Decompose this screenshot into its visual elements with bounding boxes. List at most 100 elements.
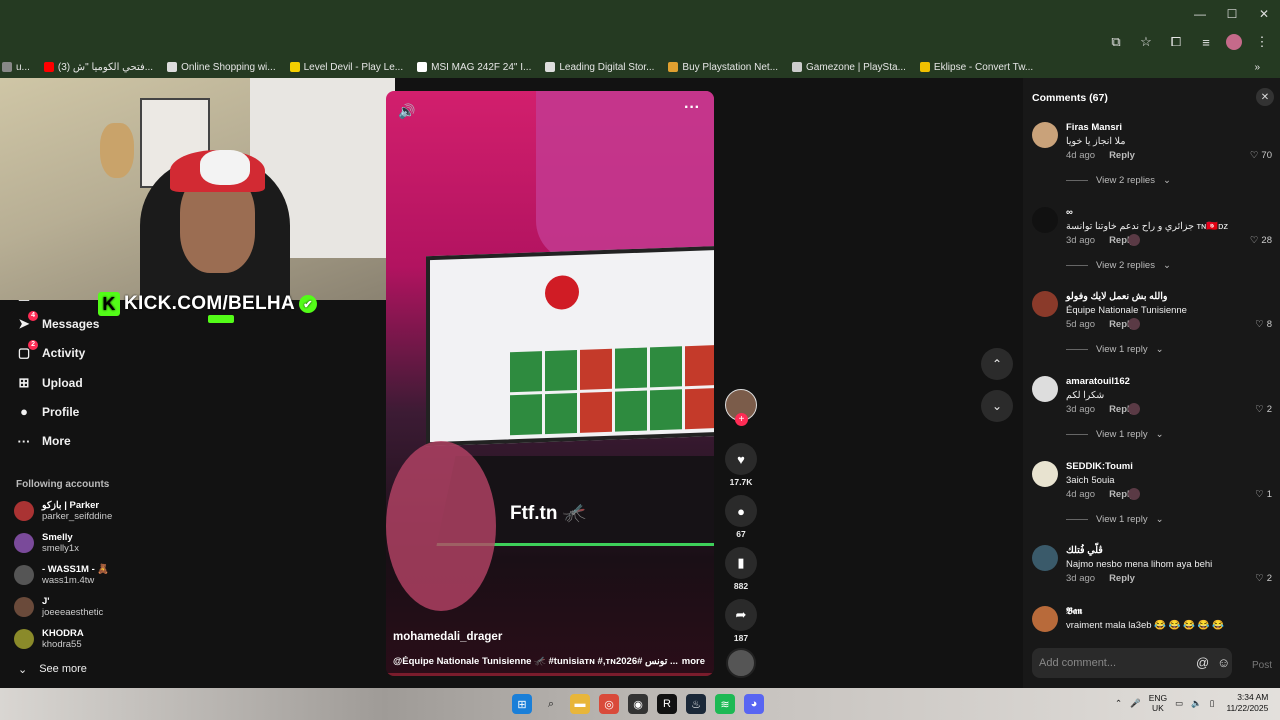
video-progress-bar[interactable] (386, 673, 714, 676)
comment-username[interactable]: ∞ (1066, 207, 1073, 218)
speaker-icon[interactable]: 🔈 (1191, 698, 1202, 709)
language-indicator[interactable]: ENG UK (1149, 693, 1167, 713)
avatar[interactable] (1032, 122, 1058, 148)
sidebar-item-profile[interactable]: ● Profile (16, 404, 79, 420)
media-icon[interactable]: ≡ (1196, 32, 1216, 52)
view-replies-button[interactable]: View 2 replies ⌄ (1066, 175, 1171, 186)
clock[interactable]: 3:34 AM 11/22/2025 (1226, 692, 1268, 714)
comment-button[interactable]: ● (725, 495, 757, 527)
following-account[interactable]: بازكو | Parker parker_seifddine (14, 500, 112, 522)
view-replies-button[interactable]: View 1 reply ⌄ (1066, 514, 1164, 525)
emoji-icon[interactable]: ☺ (1217, 655, 1230, 670)
video-player[interactable]: Ftf.tn 🦟 🔊 ··· mohamedali_drager @Équipe… (386, 91, 714, 676)
avatar[interactable] (1032, 545, 1058, 571)
minimize-button[interactable]: — (1184, 0, 1216, 28)
add-comment-input[interactable] (1032, 648, 1182, 678)
sidebar-item-more[interactable]: ··· More (16, 433, 71, 449)
comment-like-button[interactable]: ♡ 28 (1250, 235, 1272, 246)
volume-icon[interactable]: 🔊 (398, 103, 415, 120)
rockstar-icon[interactable]: R (657, 694, 677, 714)
previous-video-button[interactable]: ⌃ (981, 348, 1013, 380)
maximize-button[interactable]: ☐ (1216, 0, 1248, 28)
comment-meta: 4d ago Reply (1066, 150, 1135, 161)
microphone-icon[interactable]: 🎤 (1130, 698, 1141, 709)
view-replies-button[interactable]: View 1 reply ⌄ (1066, 429, 1164, 440)
comment-like-button[interactable]: ♡ 70 (1250, 150, 1272, 161)
following-account[interactable]: - WASS1M - 🧸 wass1m.4tw (14, 564, 109, 586)
avatar (14, 533, 34, 553)
view-replies-button[interactable]: View 2 replies ⌄ (1066, 260, 1171, 271)
next-video-button[interactable]: ⌄ (981, 390, 1013, 422)
comment-like-button[interactable]: ♡ 2 (1255, 573, 1272, 584)
following-account[interactable]: KHODRA khodra55 (14, 628, 84, 650)
post-button[interactable]: Post (1252, 660, 1272, 671)
sidebar-item-messages[interactable]: ➤ 4 Messages (16, 310, 99, 332)
steam-icon[interactable]: ♨ (686, 694, 706, 714)
avatar[interactable] (1032, 207, 1058, 233)
comment-username[interactable]: والله بش نعمل لايك وفولو (1066, 291, 1168, 302)
comment-username[interactable]: 𝕭𝖆𝖓 (1066, 606, 1082, 617)
menu-icon[interactable]: ⋮ (1252, 32, 1272, 52)
heart-outline-icon: ♡ (1255, 319, 1264, 330)
bookmark-item[interactable]: Eklipse - Convert Tw... (919, 62, 1033, 73)
reply-button[interactable]: Reply (1109, 573, 1135, 584)
video-author[interactable]: mohamedali_drager (393, 631, 502, 643)
obs-icon[interactable]: ◉ (628, 694, 648, 714)
following-account[interactable]: J' joeeeaesthetic (14, 596, 103, 618)
bookmark-item[interactable]: (3) فتحي الكوميا "ش... (43, 62, 153, 73)
view-replies-button[interactable]: View 1 reply ⌄ (1066, 344, 1164, 355)
share-button[interactable]: ➦ (725, 599, 757, 631)
account-text: - WASS1M - 🧸 wass1m.4tw (42, 564, 109, 586)
bookmark-item[interactable]: u... (2, 62, 30, 73)
star-icon[interactable]: ☆ (1136, 32, 1156, 52)
video-more-icon[interactable]: ··· (684, 99, 700, 117)
bookmark-item[interactable]: Gamezone | PlaySta... (792, 62, 906, 73)
spotify-icon[interactable]: ≋ (715, 694, 735, 714)
file-explorer-icon[interactable]: ▬ (570, 694, 590, 714)
following-account[interactable]: Smelly smelly1x (14, 532, 79, 554)
comment-username[interactable]: ڤلّي فُتلك (1066, 545, 1103, 556)
avatar[interactable] (1032, 376, 1058, 402)
webcam-guitar (100, 123, 134, 178)
like-button[interactable]: ♥ (725, 443, 757, 475)
bookmark-item[interactable]: Leading Digital Stor... (545, 62, 654, 73)
bookmark-item[interactable]: MSI MAG 242F 24" I... (417, 62, 531, 73)
comment-username[interactable]: SEDDIK:Toumi (1066, 461, 1133, 472)
bookmarks-overflow-icon[interactable]: » (1254, 62, 1260, 73)
battery-icon[interactable]: ▯ (1210, 698, 1215, 709)
avatar[interactable] (1032, 291, 1058, 317)
avatar[interactable] (1032, 606, 1058, 632)
comment-like-button[interactable]: ♡ 1 (1255, 489, 1272, 500)
see-more-button[interactable]: ⌄ See more (18, 663, 87, 676)
comment-like-button[interactable]: ♡ 8 (1255, 319, 1272, 330)
cast-icon[interactable]: ⧉ (1106, 32, 1126, 52)
bookmark-item[interactable]: Buy Playstation Net... (668, 62, 778, 73)
sidebar-item-activity[interactable]: ▢ 2 Activity (16, 340, 85, 361)
comment-username[interactable]: amaratouil162 (1066, 376, 1130, 387)
network-icon[interactable]: ▭ (1175, 698, 1183, 709)
save-button[interactable]: ▮ (725, 547, 757, 579)
comment-icon: ● (737, 503, 745, 519)
profile-avatar[interactable] (1226, 34, 1242, 50)
search-icon[interactable]: ⌕ (541, 694, 561, 714)
close-comments-button[interactable]: ✕ (1256, 88, 1274, 106)
mention-icon[interactable]: @ (1196, 655, 1209, 670)
sidebar-item-upload[interactable]: ⊞ Upload (16, 375, 83, 391)
tray-arrow-icon[interactable]: ⌃ (1115, 698, 1122, 709)
comment-username[interactable]: Firas Mansri (1066, 122, 1122, 133)
avatar[interactable] (1032, 461, 1058, 487)
extensions-icon[interactable]: ⧠ (1166, 32, 1186, 52)
music-disc[interactable] (726, 648, 756, 678)
close-window-button[interactable]: ✕ (1248, 0, 1280, 28)
chrome-icon[interactable]: ◎ (599, 694, 619, 714)
bookmark-item[interactable]: Level Devil - Play Le... (289, 62, 403, 73)
bookmark-item[interactable]: Online Shopping wi... (167, 62, 276, 73)
reply-button[interactable]: Reply (1109, 150, 1135, 161)
chevron-down-icon: ⌄ (1155, 514, 1164, 525)
windows-start-icon[interactable]: ⊞ (512, 694, 532, 714)
video-more-link[interactable]: more (682, 656, 705, 667)
follow-plus-icon[interactable]: + (735, 413, 748, 426)
comment-like-button[interactable]: ♡ 2 (1255, 404, 1272, 415)
discord-icon[interactable]: ◕ (744, 694, 764, 714)
bookmark-favicon (919, 62, 930, 72)
